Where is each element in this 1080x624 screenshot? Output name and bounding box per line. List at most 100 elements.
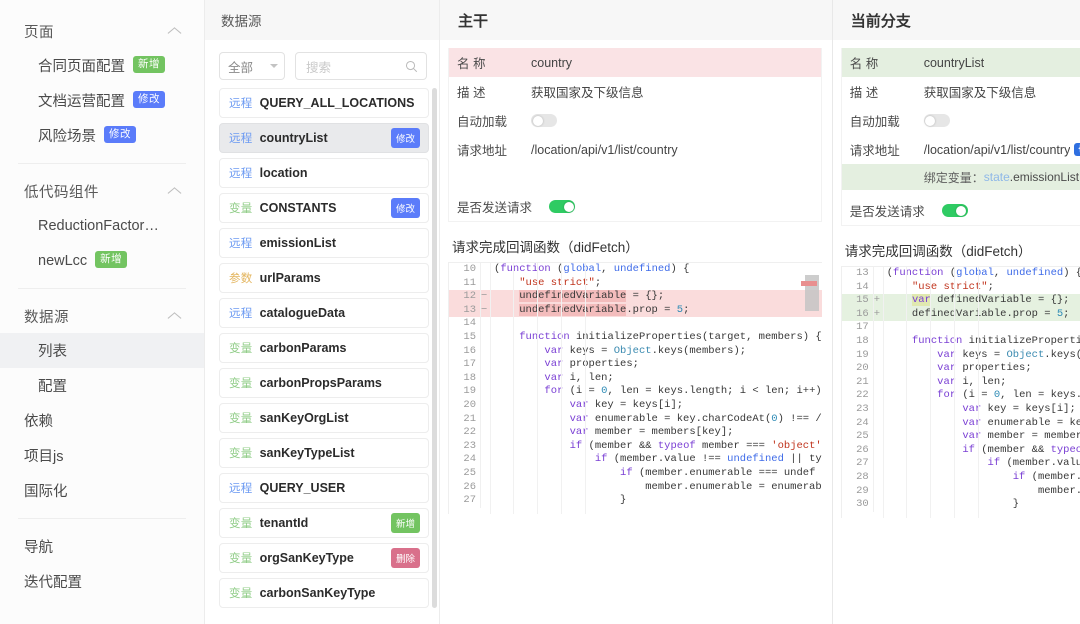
branch-name-label: 名 称 <box>850 53 924 72</box>
datasource-list-item[interactable]: 远程catalogueData <box>219 298 429 328</box>
sidebar-group-header[interactable]: 低代码组件 <box>0 174 204 208</box>
datasource-filter-select[interactable]: 全部 <box>219 52 285 80</box>
code-line: 24 if (member.value !== undefined || ty <box>449 453 822 467</box>
datasource-list-scroll[interactable]: 远程QUERY_ALL_LOCATIONS 远程countryList修改远程lo… <box>205 88 439 624</box>
code-line-number: 17 <box>842 321 874 335</box>
trunk-field-autoload: 自动加载 <box>449 106 821 135</box>
branch-send-toggle[interactable] <box>942 204 968 217</box>
code-line-text: function initializeProperties(target, me… <box>883 335 1080 349</box>
sidebar-item-风险场景[interactable]: 风险场景修改 <box>0 118 204 153</box>
sidebar-item-国际化[interactable]: 国际化 <box>0 473 204 508</box>
sidebar-item-label: 文档运营配置 <box>38 90 125 111</box>
datasource-list-item[interactable]: 远程QUERY_USER <box>219 473 429 503</box>
code-line-number: 19 <box>449 385 481 399</box>
trunk-code-diff[interactable]: 10(function (global, undefined) {11 "use… <box>448 262 822 514</box>
code-line-number: 21 <box>842 376 874 390</box>
code-line-number: 19 <box>842 349 874 363</box>
code-diff-sign <box>481 385 490 399</box>
datasource-name: QUERY_USER <box>260 481 420 495</box>
datasource-list-item[interactable]: 变量carbonPropsParams <box>219 368 429 398</box>
trunk-autoload-label: 自动加载 <box>457 111 531 130</box>
branch-code-diff[interactable]: 13(function (global, undefined) {14 "use… <box>841 266 1080 518</box>
sidebar-item-合同页面配置[interactable]: 合同页面配置新增 <box>0 48 204 83</box>
code-line: 21 var enumerable = key.charCodeAt(0) !=… <box>449 413 822 427</box>
code-line-text: if (member && typeof member === 'object' <box>490 440 822 454</box>
datasource-name: emissionList <box>260 236 420 250</box>
sidebar-group-header[interactable]: 数据源 <box>0 299 204 333</box>
code-line: 23 if (member && typeof member === 'obje… <box>449 440 822 454</box>
code-line: 30 } <box>842 498 1080 512</box>
datasource-list-item[interactable]: 变量sanKeyTypeList <box>219 438 429 468</box>
code-line: 14 <box>449 317 822 331</box>
chevron-up-icon[interactable] <box>168 186 184 196</box>
sidebar-item-文档运营配置[interactable]: 文档运营配置修改 <box>0 83 204 118</box>
sidebar-item-badge: 修改 <box>104 126 136 144</box>
trunk-autoload-toggle[interactable] <box>531 114 557 127</box>
sidebar-item-迭代配置[interactable]: 迭代配置 <box>0 564 204 599</box>
panel-current-branch: 当前分支 名 称 countryList 描 述 获取国家及下级信息 自动加载 <box>832 0 1080 624</box>
code-line-text: member.enumerable = enumerab <box>490 481 822 495</box>
code-line-text: var key = keys[i]; <box>883 403 1076 417</box>
datasource-type-label: 远程 <box>229 95 253 111</box>
code-diff-sign <box>481 358 490 372</box>
code-line-text: } <box>490 494 626 508</box>
sidebar-item-label: 配置 <box>38 375 67 396</box>
datasource-list-item[interactable]: 变量carbonSanKeyType <box>219 578 429 608</box>
branch-autoload-toggle[interactable] <box>924 114 950 127</box>
sidebar-item-label: newLcc <box>38 253 87 269</box>
datasource-search-input[interactable]: 搜索 <box>295 52 427 80</box>
code-diff-sign <box>481 331 490 345</box>
code-diff-sign <box>481 399 490 413</box>
datasource-list-item[interactable]: 变量tenantId新增 <box>219 508 429 538</box>
trunk-send-toggle[interactable] <box>549 200 575 213</box>
datasource-list-scrollbar[interactable] <box>432 88 437 608</box>
sidebar-item-label: 风险场景 <box>38 125 96 146</box>
code-line: 10(function (global, undefined) { <box>449 263 822 277</box>
datasource-list-item[interactable]: 变量CONSTANTS修改 <box>219 193 429 223</box>
sidebar-item-依赖[interactable]: 依赖 <box>0 403 204 438</box>
datasource-list-item[interactable]: 变量orgSanKeyType删除 <box>219 543 429 573</box>
datasource-list-item[interactable]: 变量sanKeyOrgList <box>219 403 429 433</box>
branch-detail-form: 名 称 countryList 描 述 获取国家及下级信息 自动加载 请求地址 … <box>841 48 1080 226</box>
branch-send-label: 是否发送请求 <box>850 201 942 220</box>
code-line-text: var i, len; <box>490 372 614 386</box>
branch-field-url: 请求地址 /location/api/v1/list/country {/} <box>842 135 1080 164</box>
sidebar-item-reductionfactor…[interactable]: ReductionFactor… <box>0 208 204 243</box>
datasource-type-label: 参数 <box>229 270 253 286</box>
datasource-list-item[interactable]: 远程location <box>219 158 429 188</box>
branch-url-label: 请求地址 <box>850 140 924 159</box>
chevron-up-icon[interactable] <box>168 311 184 321</box>
code-line: 16 var keys = Object.keys(members); <box>449 345 822 359</box>
code-expression-icon[interactable]: {/} <box>1074 143 1080 156</box>
code-line-text: definedVariable.prop = 5; <box>883 308 1070 322</box>
datasource-list-item[interactable]: 参数urlParams <box>219 263 429 293</box>
branch-bind-suffix: .emissionList <box>1010 170 1079 184</box>
trunk-code-minimap[interactable] <box>796 263 822 514</box>
datasource-name: tenantId <box>260 516 384 530</box>
sidebar-item-导航[interactable]: 导航 <box>0 529 204 564</box>
trunk-minimap-del-marker <box>801 281 817 286</box>
datasource-list-item[interactable]: 远程QUERY_ALL_LOCATIONS <box>219 88 429 118</box>
sidebar-item-配置[interactable]: 配置 <box>0 368 204 403</box>
code-diff-sign <box>481 345 490 359</box>
code-line-number: 20 <box>449 399 481 413</box>
sidebar-group-header[interactable]: 页面 <box>0 14 204 48</box>
code-line-text: var definedVariable = {}; <box>883 294 1070 308</box>
datasource-list-item[interactable]: 变量carbonParams <box>219 333 429 363</box>
datasource-list-item[interactable]: 远程emissionList <box>219 228 429 258</box>
sidebar-item-项目js[interactable]: 项目js <box>0 438 204 473</box>
code-line-text: if (member && typeof member === 'object' <box>883 444 1080 458</box>
sidebar-item-newlcc[interactable]: newLcc 新增 <box>0 243 204 278</box>
trunk-url-label: 请求地址 <box>457 140 531 159</box>
code-line-text: member.enumerable = enumerab <box>883 485 1080 499</box>
sidebar-item-列表[interactable]: 列表 <box>0 333 204 368</box>
datasource-type-label: 变量 <box>229 375 253 391</box>
code-line: 22 var member = members[key]; <box>449 426 822 440</box>
code-line: 29 member.enumerable = enumerab <box>842 485 1080 499</box>
sidebar-item-badge: 新增 <box>95 251 127 269</box>
code-line-text: var i, len; <box>883 376 1007 390</box>
code-line-number: 16 <box>842 308 874 322</box>
chevron-up-icon[interactable] <box>168 26 184 36</box>
sidebar-item-label: 迭代配置 <box>24 571 82 592</box>
datasource-list-item[interactable]: 远程countryList修改 <box>219 123 429 153</box>
